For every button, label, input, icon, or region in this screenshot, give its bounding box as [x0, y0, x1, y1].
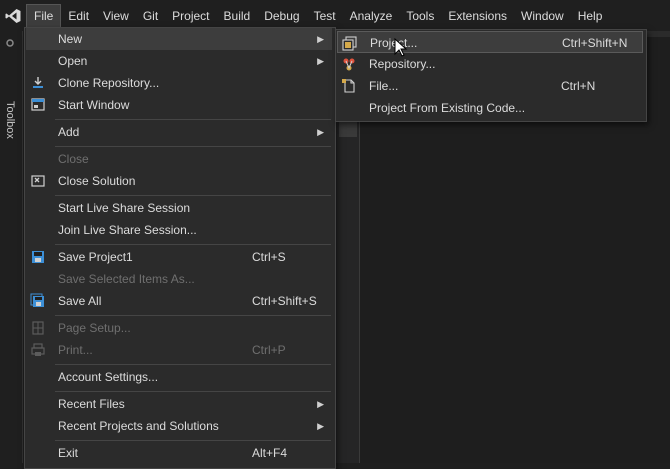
submenu-item-project-from-existing[interactable]: Project From Existing Code... — [337, 97, 643, 119]
menu-item-exit[interactable]: Exit Alt+F4 — [26, 442, 332, 464]
menu-separator — [55, 315, 331, 316]
menu-item-label: Recent Files — [58, 397, 125, 411]
menu-item-account-settings[interactable]: Account Settings... — [26, 366, 332, 388]
menu-item-label: Start Live Share Session — [58, 201, 191, 215]
menu-item-save-selected-as[interactable]: Save Selected Items As... — [26, 268, 332, 290]
menu-test[interactable]: Test — [307, 5, 343, 27]
menu-window[interactable]: Window — [514, 5, 571, 27]
menu-debug[interactable]: Debug — [257, 5, 306, 27]
menu-help[interactable]: Help — [571, 5, 610, 27]
menu-project[interactable]: Project — [165, 5, 216, 27]
new-repository-icon — [341, 56, 357, 72]
new-submenu: Project... Ctrl+Shift+N Repository... Fi… — [335, 29, 647, 122]
menu-item-label: New — [58, 32, 83, 46]
menu-item-label: File... — [369, 79, 399, 93]
menu-analyze[interactable]: Analyze — [343, 5, 400, 27]
menu-item-label: Project From Existing Code... — [369, 101, 526, 115]
menu-item-shortcut: Ctrl+Shift+S — [252, 294, 317, 308]
new-project-icon — [342, 35, 358, 51]
menu-item-recent-files[interactable]: Recent Files ▶ — [26, 393, 332, 415]
menu-item-recent-projects[interactable]: Recent Projects and Solutions ▶ — [26, 415, 332, 437]
document-well — [333, 120, 360, 463]
menu-item-start-window[interactable]: Start Window — [26, 94, 332, 116]
menu-git[interactable]: Git — [136, 5, 165, 27]
toolbox-tab[interactable]: Toolbox — [4, 101, 16, 139]
menu-item-join-live-share[interactable]: Join Live Share Session... — [26, 219, 332, 241]
menu-item-save-all[interactable]: Save All Ctrl+Shift+S — [26, 290, 332, 312]
menu-item-close[interactable]: Close — [26, 148, 332, 170]
menu-item-label: Start Window — [58, 98, 130, 112]
menu-item-shortcut: Ctrl+N — [561, 79, 596, 93]
menu-separator — [55, 146, 331, 147]
menu-item-shortcut: Alt+F4 — [252, 446, 288, 460]
menu-separator — [55, 440, 331, 441]
menu-item-label: Save Project1 — [58, 250, 133, 264]
start-window-icon — [30, 97, 46, 113]
menu-item-shortcut: Ctrl+P — [252, 343, 286, 357]
menu-separator — [55, 364, 331, 365]
menu-item-label: Save All — [58, 294, 102, 308]
menu-item-page-setup[interactable]: Page Setup... — [26, 317, 332, 339]
clone-repository-icon — [30, 75, 46, 91]
menu-item-clone-repository[interactable]: Clone Repository... — [26, 72, 332, 94]
menu-item-label: Save Selected Items As... — [58, 272, 195, 286]
menu-item-add[interactable]: Add ▶ — [26, 121, 332, 143]
toolbox-strip: Toolbox — [0, 31, 23, 463]
menu-item-label: Recent Projects and Solutions — [58, 419, 219, 433]
menu-extensions[interactable]: Extensions — [441, 5, 514, 27]
page-setup-icon — [30, 320, 46, 336]
save-all-icon — [30, 293, 46, 309]
chevron-right-icon: ▶ — [317, 399, 324, 409]
menu-item-close-solution[interactable]: Close Solution — [26, 170, 332, 192]
file-menu: New ▶ Open ▶ Clone Repository... Start W… — [24, 27, 336, 469]
menu-item-start-live-share[interactable]: Start Live Share Session — [26, 197, 332, 219]
chevron-right-icon: ▶ — [317, 421, 324, 431]
menu-item-new[interactable]: New ▶ — [26, 28, 332, 50]
menu-item-label: Clone Repository... — [58, 76, 160, 90]
menu-separator — [55, 195, 331, 196]
menu-item-label: Add — [58, 125, 80, 139]
mouse-cursor-icon — [394, 37, 408, 58]
menu-view[interactable]: View — [96, 5, 136, 27]
menu-item-print[interactable]: Print... Ctrl+P — [26, 339, 332, 361]
menu-item-shortcut: Ctrl+S — [252, 250, 286, 264]
menu-item-label: Exit — [58, 446, 79, 460]
submenu-item-repository[interactable]: Repository... — [337, 53, 643, 75]
chevron-right-icon: ▶ — [317, 127, 324, 137]
menu-item-label: Close — [58, 152, 89, 166]
document-scroll-thumb[interactable] — [339, 120, 357, 137]
menu-separator — [55, 119, 331, 120]
menu-item-label: Join Live Share Session... — [58, 223, 197, 237]
menu-separator — [55, 244, 331, 245]
chevron-right-icon: ▶ — [317, 34, 324, 44]
menu-file[interactable]: File — [26, 4, 62, 28]
menu-item-label: Close Solution — [58, 174, 136, 188]
submenu-item-file[interactable]: File... Ctrl+N — [337, 75, 643, 97]
menu-item-save-project[interactable]: Save Project1 Ctrl+S — [26, 246, 332, 268]
menu-build[interactable]: Build — [217, 5, 258, 27]
gear-icon[interactable] — [3, 37, 17, 47]
chevron-right-icon: ▶ — [317, 56, 324, 66]
menu-item-label: Page Setup... — [58, 321, 131, 335]
menu-item-label: Print... — [58, 343, 93, 357]
menu-item-label: Open — [58, 54, 88, 68]
submenu-item-project[interactable]: Project... Ctrl+Shift+N — [337, 31, 643, 53]
save-icon — [30, 249, 46, 265]
menu-edit[interactable]: Edit — [61, 5, 96, 27]
menu-item-label: Account Settings... — [58, 370, 159, 384]
visual-studio-logo-icon — [0, 0, 26, 31]
menu-item-shortcut: Ctrl+Shift+N — [562, 36, 628, 50]
menu-item-open[interactable]: Open ▶ — [26, 50, 332, 72]
new-file-icon — [341, 78, 357, 94]
print-icon — [30, 342, 46, 358]
close-solution-icon — [30, 173, 46, 189]
menu-tools[interactable]: Tools — [399, 5, 441, 27]
menu-separator — [55, 391, 331, 392]
